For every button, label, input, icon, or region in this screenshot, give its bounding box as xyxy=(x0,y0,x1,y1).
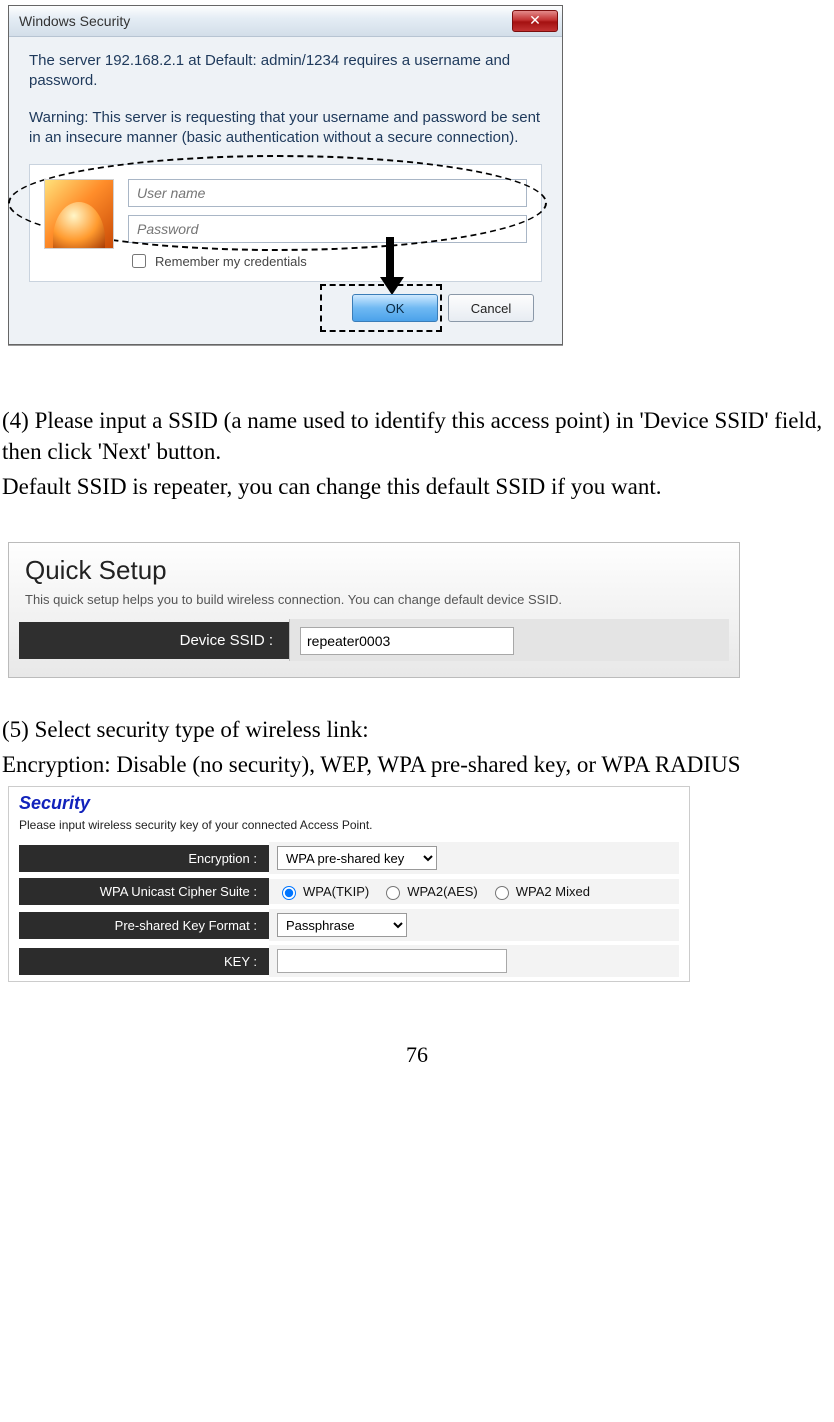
encryption-select[interactable]: WPA pre-shared key xyxy=(277,846,437,870)
cipher-value-cell: WPA(TKIP) WPA2(AES) WPA2 Mixed xyxy=(269,879,679,904)
dialog-body: The server 192.168.2.1 at Default: admin… xyxy=(9,37,562,344)
cipher-option-label: WPA2 Mixed xyxy=(516,884,590,899)
security-description: Please input wireless security key of yo… xyxy=(9,816,689,842)
key-value-cell xyxy=(269,945,679,977)
encryption-label: Encryption : xyxy=(19,845,269,872)
step5-text-line2: Encryption: Disable (no security), WEP, … xyxy=(2,749,832,780)
step4-text-line1: (4) Please input a SSID (a name used to … xyxy=(2,405,832,467)
quick-setup-title: Quick Setup xyxy=(9,543,739,592)
cipher-label: WPA Unicast Cipher Suite : xyxy=(19,878,269,905)
page-number: 76 xyxy=(2,1042,832,1068)
credentials-box: Remember my credentials xyxy=(29,164,542,282)
remember-credentials-row[interactable]: Remember my credentials xyxy=(128,251,527,271)
device-ssid-label: Device SSID : xyxy=(19,622,289,659)
keyformat-select[interactable]: Passphrase xyxy=(277,913,407,937)
cipher-radio-aes[interactable] xyxy=(386,886,400,900)
dialog-button-row: OK Cancel xyxy=(29,282,542,332)
cipher-option-tkip[interactable]: WPA(TKIP) xyxy=(277,883,369,900)
cipher-option-label: WPA(TKIP) xyxy=(303,884,369,899)
encryption-value-cell: WPA pre-shared key xyxy=(269,842,679,874)
device-ssid-row: Device SSID : xyxy=(19,619,729,661)
step5-text-line1: (5) Select security type of wireless lin… xyxy=(2,714,832,745)
username-input[interactable] xyxy=(128,179,527,207)
keyformat-value-cell: Passphrase xyxy=(269,909,679,941)
security-panel: Security Please input wireless security … xyxy=(8,786,690,982)
security-title: Security xyxy=(9,787,689,816)
cipher-option-label: WPA2(AES) xyxy=(407,884,478,899)
password-input[interactable] xyxy=(128,215,527,243)
quick-setup-panel: Quick Setup This quick setup helps you t… xyxy=(8,542,740,678)
key-input[interactable] xyxy=(277,949,507,973)
key-label: KEY : xyxy=(19,948,269,975)
cipher-option-mixed[interactable]: WPA2 Mixed xyxy=(490,883,590,900)
cipher-radio-mixed[interactable] xyxy=(495,886,509,900)
credentials-fields: Remember my credentials xyxy=(128,179,527,271)
keyformat-label: Pre-shared Key Format : xyxy=(19,912,269,939)
remember-label: Remember my credentials xyxy=(155,254,307,269)
device-ssid-field-wrap xyxy=(289,619,729,661)
encryption-row: Encryption : WPA pre-shared key xyxy=(19,842,679,874)
cipher-row: WPA Unicast Cipher Suite : WPA(TKIP) WPA… xyxy=(19,878,679,905)
dialog-warning-message: Warning: This server is requesting that … xyxy=(29,108,542,149)
user-avatar-icon xyxy=(44,179,114,249)
ok-button[interactable]: OK xyxy=(352,294,438,322)
step4-text-line2: Default SSID is repeater, you can change… xyxy=(2,471,832,502)
cipher-radio-tkip[interactable] xyxy=(282,886,296,900)
dialog-titlebar: Windows Security ✕ xyxy=(9,6,562,37)
quick-setup-description: This quick setup helps you to build wire… xyxy=(9,592,739,619)
windows-security-dialog: Windows Security ✕ The server 192.168.2.… xyxy=(8,5,563,345)
dialog-server-message: The server 192.168.2.1 at Default: admin… xyxy=(29,51,542,92)
dialog-title: Windows Security xyxy=(19,13,130,29)
device-ssid-input[interactable] xyxy=(300,627,514,655)
close-icon[interactable]: ✕ xyxy=(512,10,558,32)
key-row: KEY : xyxy=(19,945,679,977)
cancel-button[interactable]: Cancel xyxy=(448,294,534,322)
remember-checkbox[interactable] xyxy=(132,254,146,268)
cipher-option-aes[interactable]: WPA2(AES) xyxy=(381,883,478,900)
keyformat-row: Pre-shared Key Format : Passphrase xyxy=(19,909,679,941)
